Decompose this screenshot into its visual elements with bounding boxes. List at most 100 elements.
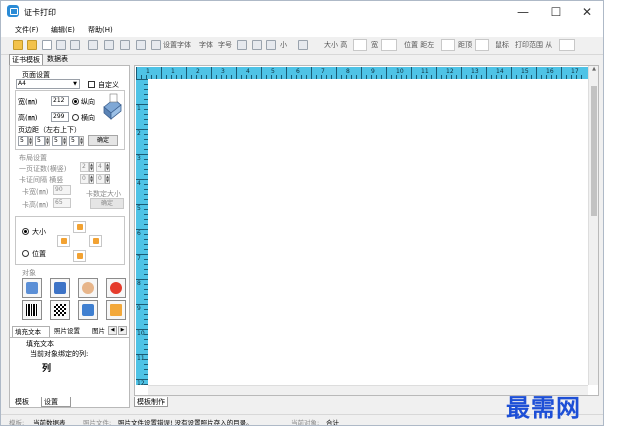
close-icon[interactable]: ✕ <box>571 1 603 23</box>
open-folder-icon[interactable] <box>27 40 37 50</box>
image-icon[interactable] <box>252 40 262 50</box>
per-page-v-input[interactable]: 4 <box>96 162 105 172</box>
font-settings-icon[interactable] <box>151 40 161 50</box>
menu-file[interactable]: 文件(F) <box>15 25 39 35</box>
arrow-right-button[interactable] <box>89 235 102 247</box>
tab-photo-settings[interactable]: 照片设置 <box>52 326 82 337</box>
layout-ok-button[interactable]: 确定 <box>90 198 124 209</box>
add-qrcode-button[interactable] <box>50 300 70 320</box>
cut-icon[interactable] <box>136 40 146 50</box>
custom-checkbox[interactable] <box>88 81 95 88</box>
ruler-minor-tick <box>496 75 497 79</box>
page-height-input[interactable]: 299 <box>51 112 69 122</box>
add-barcode-button[interactable] <box>22 300 42 320</box>
arrow-left-button[interactable] <box>57 235 70 247</box>
margin-left-spinner[interactable]: ▲ ▼ <box>28 136 33 146</box>
ruler-minor-tick <box>144 289 148 290</box>
ruler-minor-tick <box>166 75 167 79</box>
paper-select[interactable]: A4 ▼ <box>16 79 80 89</box>
height-mm-label: 高(㎜) <box>18 114 38 122</box>
ruler-minor-tick <box>221 75 222 79</box>
add-seal-button[interactable] <box>106 278 126 298</box>
tab-fill-text[interactable]: 填充文本 <box>12 326 50 337</box>
scroll-up-icon[interactable]: ▲ <box>590 66 598 74</box>
tab-scroll-left-icon[interactable]: ◀ <box>108 326 117 335</box>
tab-template[interactable]: 模板 <box>13 397 31 407</box>
tab-certificate-template[interactable]: 证书模板 <box>9 54 43 65</box>
arrow-down-icon <box>77 253 83 259</box>
page-ok-button[interactable]: 确定 <box>88 135 118 146</box>
left-field[interactable] <box>441 39 455 51</box>
zoom-icon[interactable] <box>266 40 276 50</box>
arrow-down-button[interactable] <box>73 250 86 262</box>
margin-top-input[interactable]: 5 <box>52 136 62 146</box>
tab-image[interactable]: 图片 <box>90 326 107 337</box>
ruler-major-tick <box>511 67 512 79</box>
tab-data-table[interactable]: 数据表 <box>45 54 70 65</box>
vertical-scroll-thumb[interactable] <box>591 86 597 216</box>
tab-template-design[interactable]: 模板制作 <box>134 397 168 407</box>
menu-edit[interactable]: 编辑(E) <box>51 25 75 35</box>
ruler-h-label: 3 <box>221 68 225 75</box>
save-icon[interactable] <box>56 40 66 50</box>
portrait-radio[interactable] <box>72 98 79 105</box>
gap-h-spinner[interactable]: ▲ ▼ <box>89 174 94 184</box>
margin-bottom-input[interactable]: 5 <box>69 136 79 146</box>
ruler-major-tick <box>186 67 187 79</box>
margin-top-spinner[interactable]: ▲ ▼ <box>62 136 67 146</box>
add-text-button[interactable] <box>22 278 42 298</box>
add-photo-button[interactable] <box>78 278 98 298</box>
set-font-button[interactable]: 设置字体 <box>163 40 191 50</box>
tab-scroll-right-icon[interactable]: ▶ <box>118 326 127 335</box>
font-button[interactable]: 字体 <box>199 40 213 50</box>
card-width-input[interactable]: 90 <box>53 185 71 195</box>
copy-icon[interactable] <box>104 40 114 50</box>
menu-help[interactable]: 帮助(H) <box>88 25 113 35</box>
add-shape-button[interactable] <box>106 300 126 320</box>
size-small-button[interactable]: 小 <box>280 40 287 50</box>
page-width-input[interactable]: 212 <box>51 96 69 106</box>
ruler-major-tick <box>136 329 148 330</box>
per-page-h-spinner[interactable]: ▲ ▼ <box>89 162 94 172</box>
margin-right-input[interactable]: 5 <box>35 136 45 146</box>
minimize-icon[interactable]: — <box>507 1 539 23</box>
gap-h-input[interactable]: 0 <box>80 174 89 184</box>
margin-bottom-spinner[interactable]: ▲ ▼ <box>79 136 84 146</box>
margin-left-input[interactable]: 5 <box>18 136 28 146</box>
align-icon[interactable] <box>298 40 308 50</box>
height-field[interactable] <box>353 39 367 51</box>
new-file-icon[interactable] <box>42 40 52 50</box>
top-field[interactable] <box>475 39 489 51</box>
add-field-button[interactable] <box>50 278 70 298</box>
width-field[interactable] <box>381 39 397 51</box>
underline-icon[interactable] <box>237 40 247 50</box>
ruler-minor-tick <box>451 75 452 79</box>
position-radio[interactable] <box>22 250 29 257</box>
app-window: 证卡打印 — ☐ ✕ 文件(F) 编辑(E) 帮助(H) 设置字体 字体 字号 … <box>0 0 604 426</box>
per-page-v-spinner[interactable]: ▲ ▼ <box>105 162 110 172</box>
gap-v-spinner[interactable]: ▲ ▼ <box>105 174 110 184</box>
vertical-scrollbar[interactable]: ▲ <box>588 66 598 385</box>
landscape-radio[interactable] <box>72 114 79 121</box>
preview-icon[interactable] <box>88 40 98 50</box>
paste-icon[interactable] <box>120 40 130 50</box>
ruler-minor-tick <box>516 75 517 79</box>
print-range-field[interactable] <box>559 39 575 51</box>
ruler-h-label: 11 <box>421 68 429 75</box>
margin-right-spinner[interactable]: ▲ ▼ <box>45 136 50 146</box>
print-icon[interactable] <box>70 40 80 50</box>
ruler-minor-tick <box>144 374 148 375</box>
ruler-minor-tick <box>446 75 447 79</box>
add-image-button[interactable] <box>78 300 98 320</box>
gap-v-input[interactable]: 0 <box>96 174 105 184</box>
ruler-minor-tick <box>531 75 532 79</box>
size-radio[interactable] <box>22 228 29 235</box>
font-size-button[interactable]: 字号 <box>218 40 232 50</box>
design-canvas[interactable]: 1 1 2 3 4 5 6 7 8 9 10 11 12 13 14 15 16 17 1 2 3 4 5 6 7 8 9 10 11… <box>134 65 599 396</box>
tab-settings[interactable]: 设置 <box>41 397 71 407</box>
per-page-h-input[interactable]: 2 <box>80 162 89 172</box>
card-height-input[interactable]: 65 <box>53 198 71 208</box>
new-folder-icon[interactable] <box>13 40 23 50</box>
maximize-icon[interactable]: ☐ <box>540 1 572 23</box>
arrow-up-button[interactable] <box>73 221 86 233</box>
